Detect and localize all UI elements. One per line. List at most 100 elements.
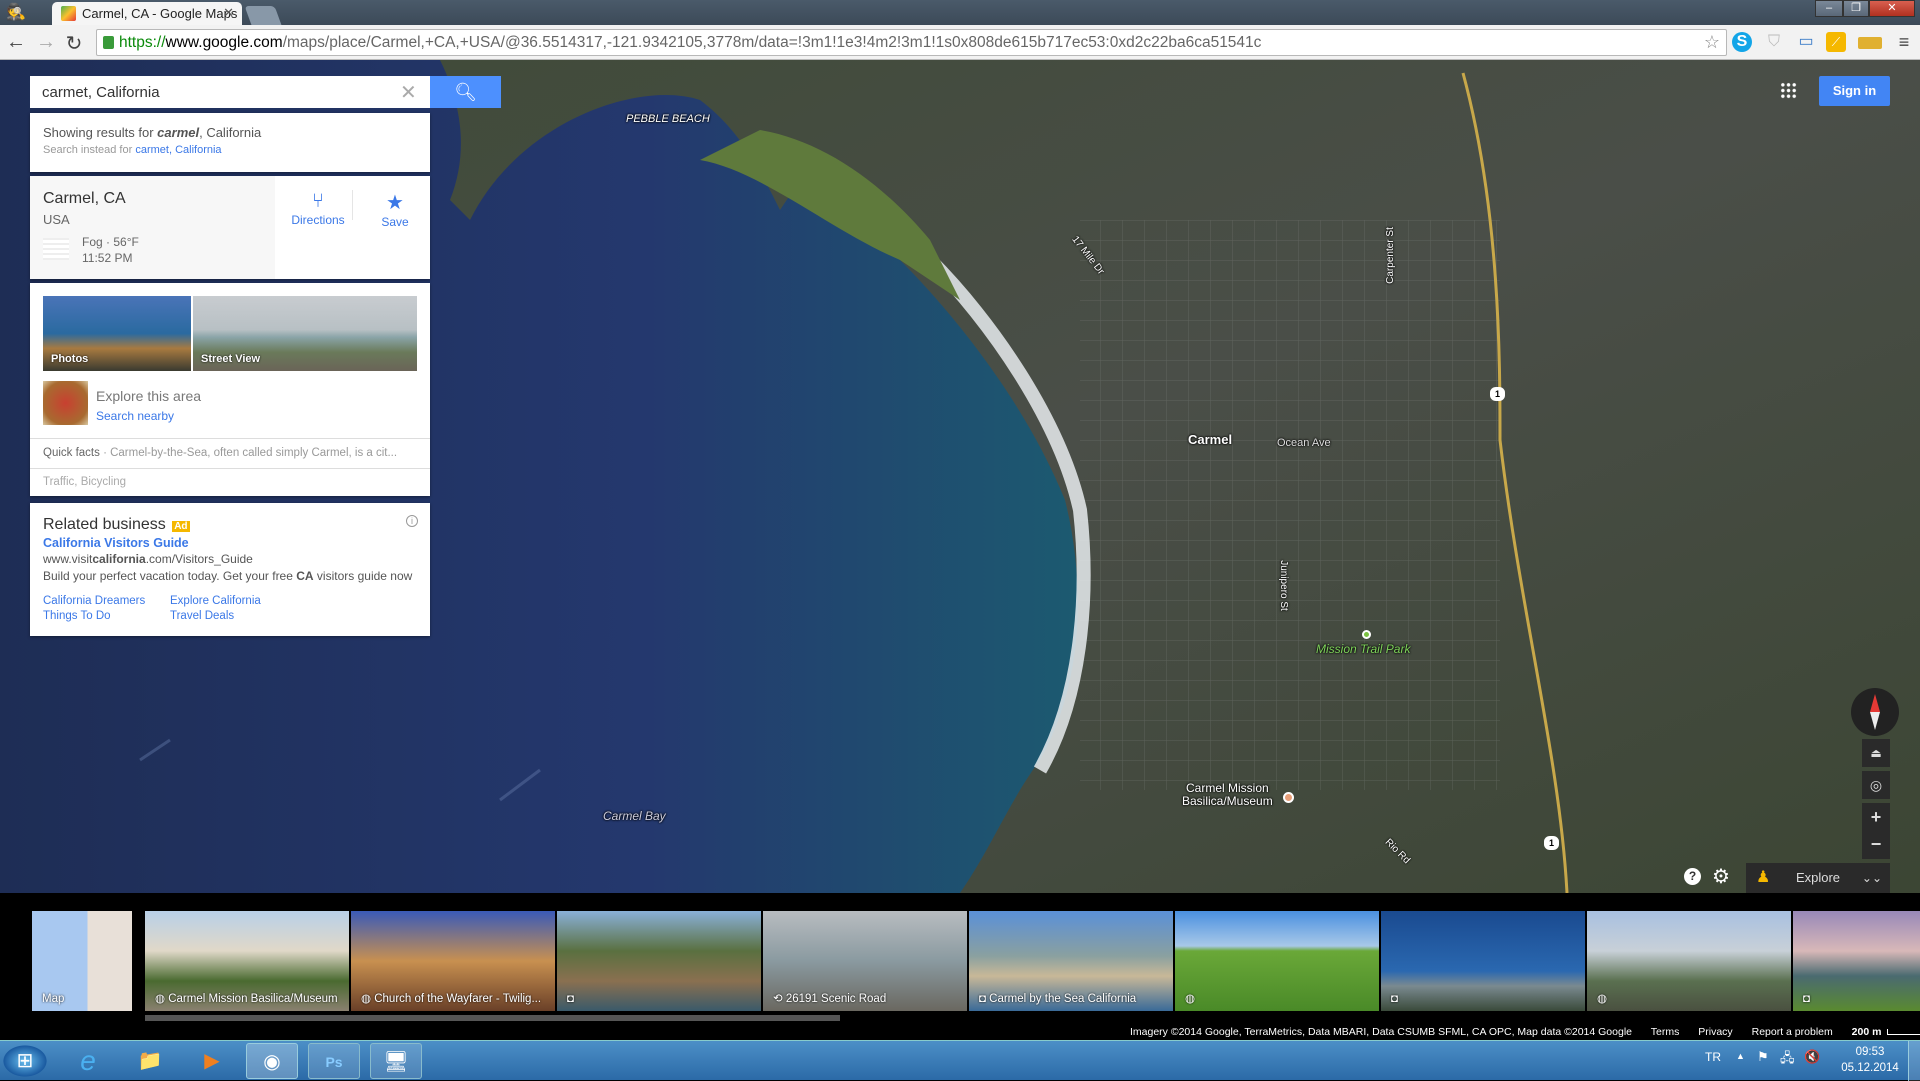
- language-indicator[interactable]: TR: [1705, 1050, 1721, 1064]
- explore-label: Explore: [1795, 870, 1841, 885]
- search-nearby-link[interactable]: Search nearby: [96, 409, 174, 423]
- show-hidden-icons[interactable]: ▲: [1736, 1051, 1745, 1061]
- back-icon[interactable]: ←: [4, 31, 28, 54]
- zoom-out-button[interactable]: −: [1862, 831, 1890, 859]
- thumbnail-title: Carmel Mission Basilica/Museum: [168, 993, 338, 1005]
- address-bar[interactable]: https://www.google.com/maps/place/Carmel…: [96, 29, 1727, 56]
- bookmark-star-icon[interactable]: ☆: [1704, 30, 1720, 55]
- ad-sitelink[interactable]: California Dreamers: [43, 595, 145, 607]
- photo-thumbnail[interactable]: ◘: [1793, 911, 1920, 1011]
- place-card: Carmel, CA USA Fog · 56°F 11:52 PM ⑂ Dir…: [30, 176, 430, 279]
- street-view-label: Street View: [201, 353, 261, 365]
- network-icon[interactable]: 🖧: [1780, 1049, 1795, 1071]
- search-button[interactable]: 🔍︎: [430, 76, 501, 108]
- photo-strip-scrollbar[interactable]: [145, 1015, 840, 1021]
- map-label-mission-trail-park[interactable]: Mission Trail Park: [1316, 642, 1410, 656]
- remote-desktop-icon[interactable]: 🖥: [370, 1043, 422, 1079]
- ad-sitelink[interactable]: Things To Do: [43, 610, 111, 622]
- photo-thumbnail[interactable]: ◍: [1587, 911, 1791, 1011]
- close-window-button[interactable]: ✕: [1869, 0, 1915, 17]
- url-scheme: https://: [119, 34, 166, 51]
- photo-thumbnail[interactable]: ◘ Carmel by the Sea California: [969, 911, 1173, 1011]
- compass-control[interactable]: [1851, 688, 1899, 736]
- map-thumbnail[interactable]: Map: [32, 911, 132, 1011]
- chrome-menu-icon[interactable]: ≡: [1892, 30, 1916, 54]
- camera-icon: ◘: [1803, 993, 1810, 1005]
- search-instead-link[interactable]: carmet, California: [135, 144, 221, 156]
- maps-favicon-icon: [61, 6, 76, 21]
- scale-label[interactable]: 200 m: [1852, 1026, 1882, 1038]
- map-label-carmel-bay: Carmel Bay: [603, 809, 666, 823]
- lock-icon: [103, 36, 114, 49]
- sign-in-button[interactable]: Sign in: [1819, 76, 1890, 106]
- explore-bar[interactable]: ♟ Explore ⌄⌄: [1746, 863, 1890, 893]
- quick-facts[interactable]: Quick facts · Carmel-by-the-Sea, often c…: [30, 438, 430, 468]
- street-view-thumbnail[interactable]: Street View: [193, 296, 417, 371]
- park-marker-icon[interactable]: [1362, 630, 1371, 639]
- screenshot-icon[interactable]: ▭: [1794, 30, 1818, 54]
- zoom-in-button[interactable]: +: [1862, 803, 1890, 831]
- file-explorer-icon[interactable]: 📁: [124, 1043, 176, 1079]
- map-layers-link[interactable]: Traffic, Bicycling: [30, 468, 430, 496]
- ruler-icon[interactable]: [1858, 37, 1882, 49]
- ad-sitelink[interactable]: Explore California: [170, 595, 261, 607]
- expand-chevron-icon[interactable]: ⌄⌄: [1862, 863, 1882, 893]
- directions-icon: ⑂: [312, 190, 324, 212]
- route-1-shield: 1: [1490, 387, 1505, 401]
- map-label-carmel: Carmel: [1188, 432, 1233, 447]
- volume-muted-icon[interactable]: 🔇: [1804, 1049, 1820, 1065]
- search-input[interactable]: [30, 76, 430, 108]
- info-icon[interactable]: i: [406, 515, 418, 527]
- quick-facts-label: Quick facts: [43, 447, 100, 459]
- 360-icon: ◍: [1597, 993, 1608, 1005]
- terms-link[interactable]: Terms: [1651, 1026, 1680, 1038]
- forward-icon[interactable]: →: [34, 31, 58, 54]
- photo-thumbnail[interactable]: ⟲ 26191 Scenic Road: [763, 911, 967, 1011]
- photo-thumbnail[interactable]: ◍ Church of the Wayfarer - Twilig...: [351, 911, 555, 1011]
- skype-icon[interactable]: S: [1732, 32, 1752, 52]
- close-tab-icon[interactable]: ✕: [223, 5, 234, 21]
- thumbnail-label: ⟲ 26191 Scenic Road: [773, 993, 887, 1005]
- weather-text: Fog · 56°F: [82, 235, 139, 249]
- report-problem-link[interactable]: Report a problem: [1752, 1026, 1833, 1038]
- privacy-link[interactable]: Privacy: [1698, 1026, 1732, 1038]
- start-button[interactable]: ⊞: [0, 1043, 50, 1079]
- maximize-button[interactable]: ❐: [1843, 0, 1869, 17]
- chrome-taskbar-icon[interactable]: ◉: [246, 1043, 298, 1079]
- settings-gear-icon[interactable]: ⚙: [1712, 864, 1730, 889]
- location-icon: ◎: [1869, 777, 1883, 793]
- media-player-icon[interactable]: ▶: [186, 1043, 238, 1079]
- minimize-button[interactable]: –: [1815, 0, 1843, 17]
- action-center-flag-icon[interactable]: ⚑: [1757, 1049, 1769, 1065]
- photo-thumbnail[interactable]: ◍ Carmel Mission Basilica/Museum: [145, 911, 349, 1011]
- pegman-icon[interactable]: ♟: [1756, 863, 1770, 893]
- internet-explorer-icon[interactable]: e: [62, 1043, 114, 1079]
- photos-thumbnail[interactable]: Photos: [43, 296, 191, 371]
- tilt-button[interactable]: ⏏: [1862, 739, 1890, 767]
- map-label-carmel-mission[interactable]: Carmel Mission Basilica/Museum: [1182, 782, 1273, 808]
- show-desktop-button[interactable]: [1908, 1041, 1920, 1081]
- clear-search-icon[interactable]: ✕: [400, 80, 417, 105]
- correction-prefix: Showing results for: [43, 125, 158, 140]
- photoshop-icon[interactable]: Ps: [308, 1043, 360, 1079]
- save-label: Save: [381, 215, 409, 229]
- photo-thumbnail[interactable]: ◍: [1175, 911, 1379, 1011]
- apps-grid-icon[interactable]: [1780, 82, 1797, 99]
- my-location-button[interactable]: ◎: [1862, 771, 1890, 799]
- photo-thumbnail[interactable]: ◘: [557, 911, 761, 1011]
- directions-button[interactable]: ⑂ Directions: [288, 190, 348, 227]
- chart-icon[interactable]: ⟋: [1826, 32, 1846, 52]
- reload-icon[interactable]: ↻: [62, 31, 86, 56]
- save-button[interactable]: ★ Save: [370, 190, 420, 229]
- shield-icon[interactable]: ⛉: [1762, 30, 1786, 54]
- ad-title-link[interactable]: California Visitors Guide: [43, 536, 189, 550]
- browser-tab[interactable]: Carmel, CA - Google Maps ✕: [52, 2, 242, 25]
- ad-url-bold: california: [92, 552, 146, 566]
- ad-sitelink[interactable]: Travel Deals: [170, 610, 234, 622]
- new-tab-button[interactable]: [244, 6, 282, 25]
- map-label-pebble-beach: PEBBLE BEACH: [626, 113, 710, 125]
- photo-thumbnail[interactable]: ◘: [1381, 911, 1585, 1011]
- system-clock[interactable]: 09:53 05.12.2014: [1840, 1044, 1900, 1076]
- museum-marker-icon[interactable]: [1283, 792, 1294, 803]
- help-icon[interactable]: ?: [1684, 868, 1701, 885]
